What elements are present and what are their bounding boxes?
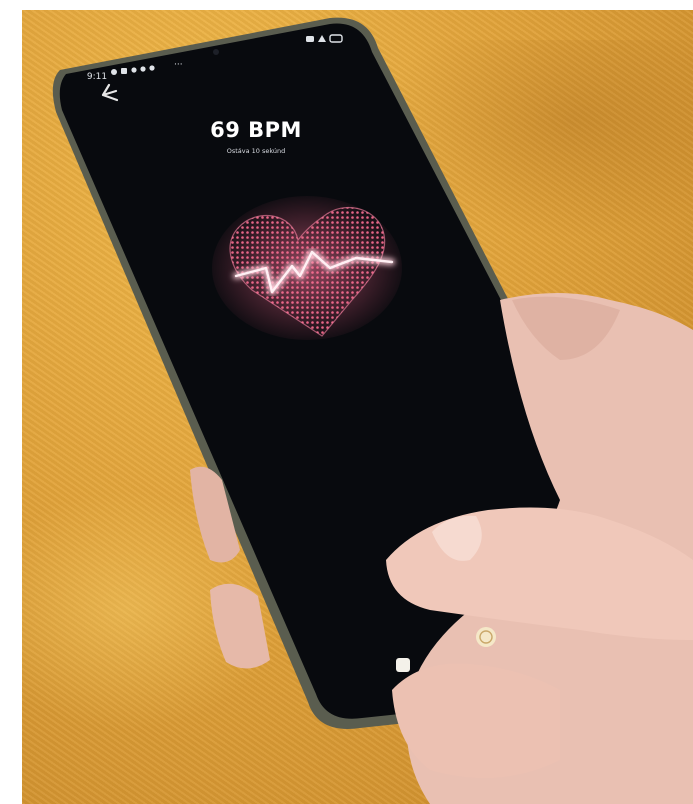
app-icon [140,66,146,72]
front-camera [213,49,219,55]
countdown-text: Ostáva 10 sekúnd [226,147,286,155]
flash-icon [396,658,410,672]
more-icon: ··· [174,60,183,70]
heart-pulse-icon [212,196,402,340]
status-time: 9:11 [86,72,108,82]
scene: ··· [52,17,693,804]
heart-rate-value: 69 BPM [210,118,302,142]
gallery-icon [121,68,127,74]
finger [210,583,270,669]
fingerprint-sensor-icon[interactable] [476,627,496,647]
app-icon [149,65,155,71]
app-icon [131,67,137,73]
sim-icon [306,36,314,42]
